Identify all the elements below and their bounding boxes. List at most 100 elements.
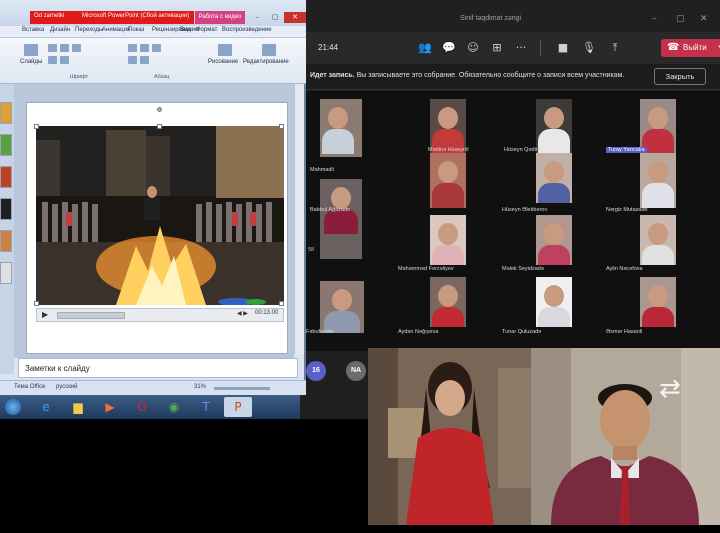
rooms-icon[interactable]: ⊞ — [490, 41, 504, 55]
bold-icon[interactable] — [48, 44, 57, 52]
tab-format[interactable]: Формат — [196, 27, 217, 33]
indent-icon[interactable] — [152, 44, 161, 52]
drawing-icon[interactable] — [218, 44, 232, 56]
skip-icons[interactable]: ◀ ▶ — [237, 310, 248, 317]
close-banner-button[interactable]: Закрыть — [654, 68, 706, 85]
participant-video — [430, 99, 466, 154]
chrome-icon[interactable]: ◉ — [160, 397, 188, 417]
avatar-initials: NA — [350, 367, 362, 374]
video-tools-tab[interactable]: Работа с видео — [195, 11, 245, 24]
new-slide-icon[interactable] — [24, 44, 38, 56]
editing-icon[interactable] — [262, 44, 276, 56]
opera-icon[interactable]: O — [128, 397, 156, 417]
language-indicator[interactable]: русский — [56, 384, 78, 390]
leave-label: Выйти — [683, 43, 707, 52]
tab-home[interactable]: Вставка — [22, 27, 44, 33]
chat-icon[interactable]: 💬 — [442, 41, 456, 55]
notes-pane[interactable]: Заметки к слайду — [18, 358, 298, 378]
video-feed-teacher: ⇄ — [531, 348, 720, 525]
reactions-icon[interactable]: ☺ — [466, 41, 480, 55]
recording-message: Вы записываете это собрание. Обязательно… — [356, 72, 625, 79]
zoom-level[interactable]: 31% — [194, 384, 206, 390]
numbering-icon[interactable] — [140, 44, 149, 52]
participant-avatar[interactable]: 16 — [306, 361, 326, 381]
camera-switch-icon[interactable]: ⇄ — [659, 374, 681, 404]
recording-notice: Идет запись. Вы записываете это собрание… — [310, 72, 624, 79]
slide-thumbnail[interactable] — [0, 166, 12, 188]
video-progress-track[interactable] — [57, 312, 125, 319]
start-button[interactable] — [0, 397, 26, 417]
participant-video — [320, 99, 362, 157]
share-screen-icon[interactable]: ⤒ — [608, 41, 622, 55]
windows-logo-icon — [5, 399, 21, 415]
maximize-icon[interactable]: ▢ — [676, 14, 685, 24]
resize-handle[interactable] — [279, 124, 284, 129]
media-player-icon[interactable]: ▶ — [96, 397, 124, 417]
participant-video — [640, 277, 676, 327]
underline-icon[interactable] — [72, 44, 81, 52]
participant-video — [640, 99, 676, 154]
teams-icon[interactable]: T — [192, 397, 220, 417]
file-explorer-icon[interactable]: ▆ — [64, 397, 92, 417]
align-center-icon[interactable] — [140, 56, 149, 64]
bullets-icon[interactable] — [128, 44, 137, 52]
current-slide[interactable]: ▶ ◀ ▶ 00:13.00 — [26, 102, 288, 354]
drawing-button[interactable]: Рисование — [208, 59, 238, 65]
recording-status: Идет запись. — [310, 72, 355, 79]
font-color-icon[interactable] — [48, 56, 57, 64]
internet-explorer-icon[interactable]: e — [32, 397, 60, 417]
vertical-scrollbar[interactable] — [294, 84, 304, 354]
slide-thumbnails — [0, 84, 14, 374]
rotate-handle[interactable] — [157, 107, 162, 112]
slide-thumbnail[interactable] — [0, 134, 12, 156]
resize-handle[interactable] — [34, 124, 39, 129]
screen: Sinif təqdimat zəngi – ▢ ✕ 21:44 👥 💬 ☺ ⊞… — [0, 0, 720, 533]
slide-thumbnail[interactable] — [0, 262, 12, 284]
student-video-frame — [368, 348, 531, 525]
notes-placeholder: Заметки к слайду — [25, 364, 90, 373]
camera-icon[interactable]: ■ — [556, 41, 570, 55]
participant-name: Aylin Nəcəfova — [606, 266, 643, 272]
participant-video — [536, 153, 572, 203]
side-counter: 58 — [308, 247, 315, 253]
close-icon[interactable]: ✕ — [284, 12, 306, 23]
document-name: Od zametki — [34, 13, 65, 19]
tab-slideshow[interactable]: Показ — [128, 27, 144, 33]
editing-button[interactable]: Редактирование — [243, 59, 289, 65]
participant-video — [640, 153, 676, 208]
tab-design[interactable]: Дизайн — [50, 27, 70, 33]
more-options-icon[interactable]: ··· — [514, 41, 528, 55]
slides-button[interactable]: Слайды — [20, 59, 42, 65]
resize-handle[interactable] — [34, 301, 39, 306]
teams-window-title: Sinif təqdimat zəngi — [460, 15, 522, 22]
title-highlight: Od zametki Microsoft PowerPoint (Сбой ак… — [30, 11, 194, 24]
align-left-icon[interactable] — [128, 56, 137, 64]
font-size-icon[interactable] — [60, 56, 69, 64]
play-icon[interactable]: ▶ — [42, 310, 48, 319]
minimize-icon[interactable]: – — [652, 14, 657, 24]
slide-thumbnail[interactable] — [0, 198, 12, 220]
tab-review[interactable]: Рецензирование — [152, 27, 198, 33]
close-icon[interactable]: ✕ — [700, 14, 708, 24]
minimize-icon[interactable]: – — [248, 12, 266, 23]
maximize-icon[interactable]: ▢ — [266, 12, 284, 23]
resize-handle[interactable] — [157, 124, 162, 129]
participant-name: Hüseyn Qədirli — [504, 147, 541, 153]
slide-thumbnail[interactable] — [0, 230, 12, 252]
leave-button[interactable]: ☎ Выйти ▾ — [661, 39, 720, 57]
tab-playback[interactable]: Воспроизведение — [222, 27, 272, 33]
video-feed-student — [368, 348, 531, 525]
participant-name: Mahmadli — [310, 167, 334, 173]
slide-thumbnail[interactable] — [0, 102, 12, 124]
resize-handle[interactable] — [279, 301, 284, 306]
participants-icon[interactable]: 👥 — [418, 41, 432, 55]
zoom-slider[interactable] — [214, 387, 270, 390]
italic-icon[interactable] — [60, 44, 69, 52]
participant-avatar[interactable]: NA — [346, 361, 366, 381]
powerpoint-icon[interactable]: P — [224, 397, 252, 417]
tab-animation[interactable]: Анимация — [102, 27, 130, 33]
video-object[interactable] — [36, 126, 284, 305]
tab-transitions[interactable]: Переходы — [75, 27, 103, 33]
microphone-icon[interactable]: 🎙 — [582, 41, 596, 55]
tab-view[interactable]: Вид — [180, 27, 191, 33]
